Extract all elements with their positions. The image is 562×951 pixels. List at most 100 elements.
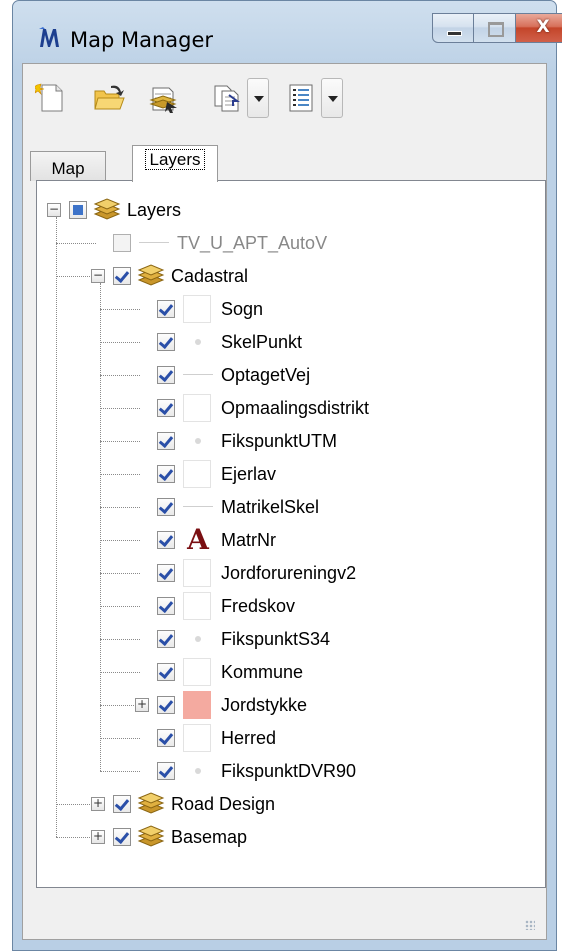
text-symbol-icon: A <box>187 523 209 556</box>
tree-node[interactable]: − Cadastral <box>37 261 545 291</box>
tree-node[interactable]: Kommune <box>37 657 545 687</box>
tree-node[interactable]: + Basemap <box>37 822 545 852</box>
layer-label: Ejerlav <box>221 464 277 484</box>
tree-connector <box>56 243 96 244</box>
close-button[interactable]: X <box>516 13 562 43</box>
tree-node[interactable]: SkelPunkt <box>37 327 545 357</box>
box-symbol-icon <box>183 559 211 587</box>
layer-label: FikspunktS34 <box>221 629 331 649</box>
maximize-icon <box>488 22 504 37</box>
layer-checkbox[interactable] <box>113 795 131 813</box>
layer-checkbox[interactable] <box>157 663 175 681</box>
layer-label: Herred <box>221 728 277 748</box>
map-manager-logo-icon <box>39 27 59 47</box>
layer-label: OptagetVej <box>221 365 311 385</box>
layer-checkbox[interactable] <box>157 630 175 648</box>
tree-connector <box>100 672 140 673</box>
tree-node[interactable]: − Layers <box>37 195 545 225</box>
layer-label: MatrikelSkel <box>221 497 320 517</box>
collapse-icon[interactable]: − <box>47 203 61 217</box>
tree-node[interactable]: Jordforureningv2 <box>37 558 545 588</box>
tree-connector <box>100 408 140 409</box>
map-manager-client: Map Layers − Layers TV_U_APT_AutoV − Cadastr… <box>22 63 547 940</box>
caption-buttons: X <box>432 13 562 43</box>
layer-tree[interactable]: − Layers TV_U_APT_AutoV − Cadastral Sogn SkelP… <box>36 180 546 888</box>
layer-checkbox[interactable] <box>157 432 175 450</box>
tree-node[interactable]: FikspunktS34 <box>37 624 545 654</box>
layer-label: TV_U_APT_AutoV <box>177 233 328 253</box>
layer-checkbox[interactable] <box>157 564 175 582</box>
tree-connector <box>100 309 140 310</box>
line-symbol-icon <box>139 228 169 258</box>
tree-node[interactable]: Herred <box>37 723 545 753</box>
layer-checkbox[interactable] <box>157 762 175 780</box>
tree-node[interactable]: A MatrNr <box>37 525 545 555</box>
layer-label: Jordstykke <box>221 695 308 715</box>
box-symbol-icon <box>183 460 211 488</box>
layer-checkbox[interactable] <box>69 201 87 219</box>
layer-label: MatrNr <box>221 530 276 550</box>
line-symbol-icon <box>183 360 213 390</box>
tree-connector <box>100 507 140 508</box>
tab-map[interactable]: Map <box>30 151 106 181</box>
tree-node[interactable]: + Jordstykke <box>37 690 545 720</box>
resize-grip-icon[interactable] <box>525 920 535 930</box>
copy-document-icon[interactable] <box>211 82 243 114</box>
tree-connector <box>56 276 96 277</box>
expand-icon[interactable]: + <box>91 830 105 844</box>
layer-group-icon <box>137 825 165 847</box>
layer-checkbox[interactable] <box>157 696 175 714</box>
open-folder-icon[interactable] <box>93 82 125 114</box>
tree-node[interactable]: TV_U_APT_AutoV <box>37 228 545 258</box>
tree-connector <box>100 540 140 541</box>
layer-label: FikspunktUTM <box>221 431 338 451</box>
new-map-icon[interactable] <box>35 82 67 114</box>
tree-node[interactable]: + Road Design <box>37 789 545 819</box>
expand-icon[interactable]: + <box>135 698 149 712</box>
collapse-icon[interactable]: − <box>91 269 105 283</box>
layer-checkbox[interactable] <box>157 366 175 384</box>
tree-connector <box>100 342 140 343</box>
list-dropdown-arrow[interactable] <box>321 78 343 118</box>
tree-node[interactable]: FikspunktDVR90 <box>37 756 545 786</box>
box-symbol-icon <box>183 295 211 323</box>
box-symbol-icon <box>183 724 211 752</box>
status-bar <box>22 885 547 940</box>
layer-group-icon <box>137 792 165 814</box>
layer-checkbox[interactable] <box>157 597 175 615</box>
copy-dropdown-arrow[interactable] <box>247 78 269 118</box>
layer-checkbox[interactable] <box>113 234 131 252</box>
maximize-button[interactable] <box>474 13 516 43</box>
layer-checkbox[interactable] <box>157 333 175 351</box>
layer-checkbox[interactable] <box>113 267 131 285</box>
tab-layers[interactable]: Layers <box>132 145 218 182</box>
tree-node[interactable]: Ejerlav <box>37 459 545 489</box>
layer-checkbox[interactable] <box>157 399 175 417</box>
layer-checkbox[interactable] <box>113 828 131 846</box>
tree-node[interactable]: MatrikelSkel <box>37 492 545 522</box>
list-view-icon[interactable] <box>285 82 317 114</box>
expand-icon[interactable]: + <box>91 797 105 811</box>
layer-label: Kommune <box>221 662 304 682</box>
tree-node[interactable]: Opmaalingsdistrikt <box>37 393 545 423</box>
layer-label: Basemap <box>171 827 248 847</box>
tree-node[interactable]: FikspunktUTM <box>37 426 545 456</box>
tree-connector <box>100 639 140 640</box>
layer-checkbox[interactable] <box>157 531 175 549</box>
dot-symbol-icon <box>183 426 213 456</box>
dot-symbol-icon <box>183 756 213 786</box>
layer-checkbox[interactable] <box>157 498 175 516</box>
layer-checkbox[interactable] <box>157 729 175 747</box>
load-layer-icon[interactable] <box>147 82 179 114</box>
minimize-button[interactable] <box>432 13 474 43</box>
toolbar <box>23 64 546 124</box>
layer-checkbox[interactable] <box>157 300 175 318</box>
box-symbol-icon <box>183 394 211 422</box>
tree-node[interactable]: Fredskov <box>37 591 545 621</box>
layer-checkbox[interactable] <box>157 465 175 483</box>
tree-connector <box>100 771 140 772</box>
layer-label: FikspunktDVR90 <box>221 761 357 781</box>
tree-node[interactable]: Sogn <box>37 294 545 324</box>
layer-label: Road Design <box>171 794 276 814</box>
tree-node[interactable]: OptagetVej <box>37 360 545 390</box>
